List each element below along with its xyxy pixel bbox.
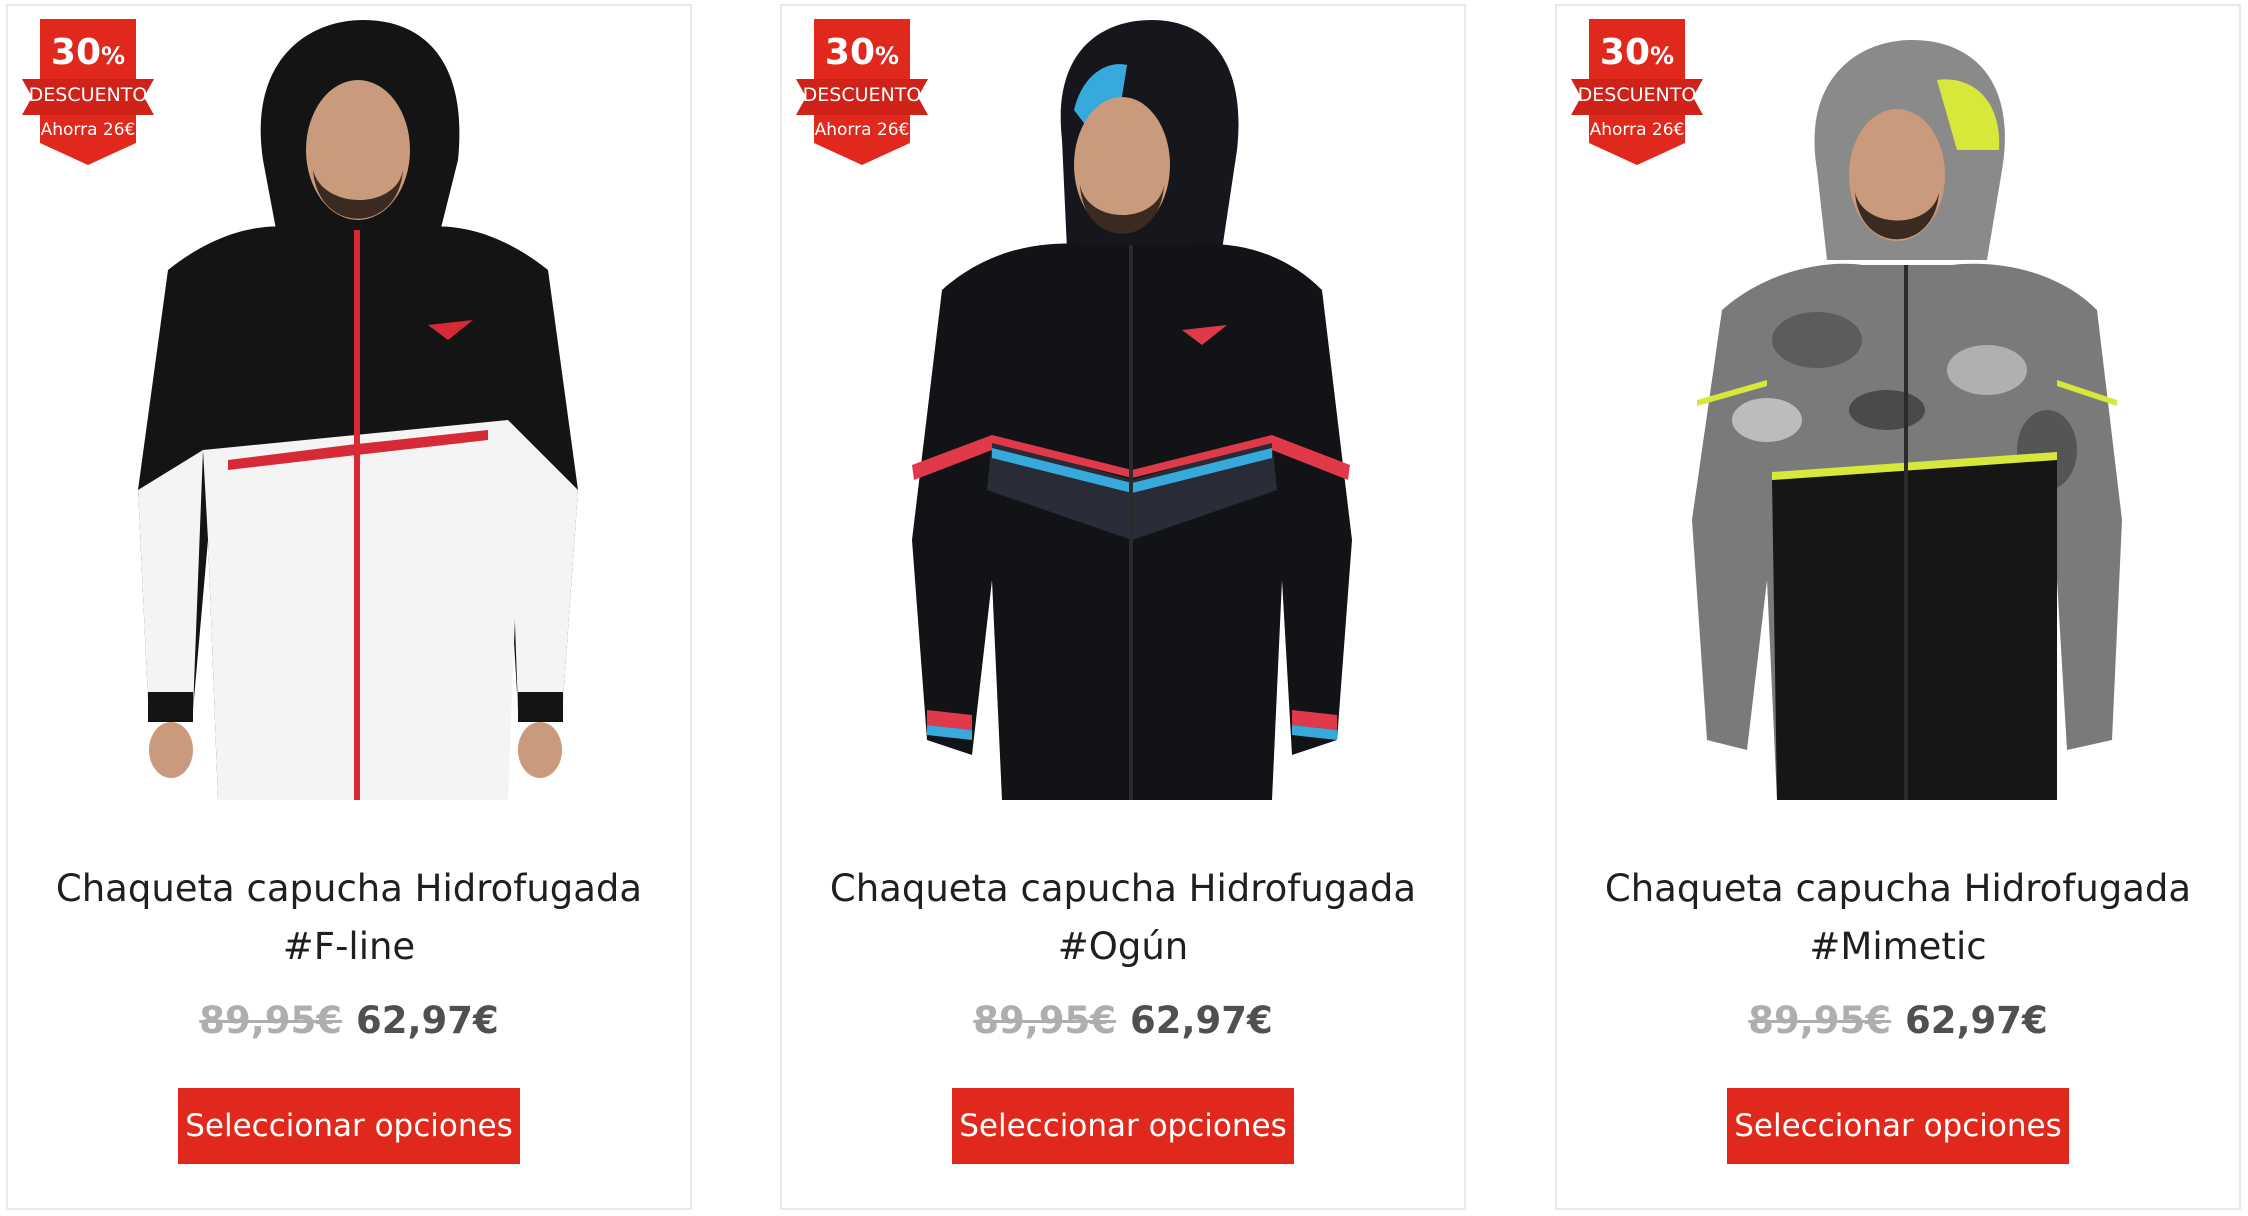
price-block: 89,95€ 62,97€ xyxy=(782,998,1464,1044)
original-price: 89,95€ xyxy=(199,999,342,1042)
product-title[interactable]: Chaqueta capucha Hidrofugada #Mimetic xyxy=(1587,860,2209,976)
savings-label: Ahorra 26€ xyxy=(40,120,136,140)
product-grid: 30% DESCUENTO Ahorra 26€ Chaqueta capuch… xyxy=(0,0,2248,1216)
discount-percent: 30% xyxy=(1599,32,1675,73)
product-image[interactable] xyxy=(1627,20,2169,810)
original-price: 89,95€ xyxy=(1748,999,1891,1042)
select-options-button[interactable]: Seleccionar opciones xyxy=(1727,1088,2069,1164)
discount-percent: 30% xyxy=(50,32,126,73)
product-title[interactable]: Chaqueta capucha Hidrofugada #F-line xyxy=(38,860,660,976)
price-block: 89,95€ 62,97€ xyxy=(8,998,690,1044)
product-image[interactable] xyxy=(78,20,620,810)
savings-label: Ahorra 26€ xyxy=(814,120,910,140)
product-card: 30% DESCUENTO Ahorra 26€ Chaqueta capuch… xyxy=(780,4,1466,1210)
select-options-button[interactable]: Seleccionar opciones xyxy=(178,1088,520,1164)
product-title[interactable]: Chaqueta capucha Hidrofugada #Ogún xyxy=(812,860,1434,976)
sale-price: 62,97€ xyxy=(356,999,499,1042)
discount-label: DESCUENTO xyxy=(28,84,148,106)
jacket-illustration xyxy=(852,20,1394,810)
jacket-illustration xyxy=(78,20,620,810)
discount-badge: 30% DESCUENTO Ahorra 26€ xyxy=(22,19,154,165)
product-card: 30% DESCUENTO Ahorra 26€ Chaqueta capuch… xyxy=(1555,4,2241,1210)
discount-label: DESCUENTO xyxy=(1577,84,1697,106)
sale-price: 62,97€ xyxy=(1905,999,2048,1042)
discount-badge: 30% DESCUENTO Ahorra 26€ xyxy=(1571,19,1703,165)
jacket-illustration xyxy=(1627,20,2169,810)
price-block: 89,95€ 62,97€ xyxy=(1557,998,2239,1044)
select-options-button[interactable]: Seleccionar opciones xyxy=(952,1088,1294,1164)
discount-label: DESCUENTO xyxy=(802,84,922,106)
sale-price: 62,97€ xyxy=(1130,999,1273,1042)
discount-percent: 30% xyxy=(824,32,900,73)
savings-label: Ahorra 26€ xyxy=(1589,120,1685,140)
discount-badge: 30% DESCUENTO Ahorra 26€ xyxy=(796,19,928,165)
original-price: 89,95€ xyxy=(973,999,1116,1042)
product-image[interactable] xyxy=(852,20,1394,810)
product-card: 30% DESCUENTO Ahorra 26€ Chaqueta capuch… xyxy=(6,4,692,1210)
